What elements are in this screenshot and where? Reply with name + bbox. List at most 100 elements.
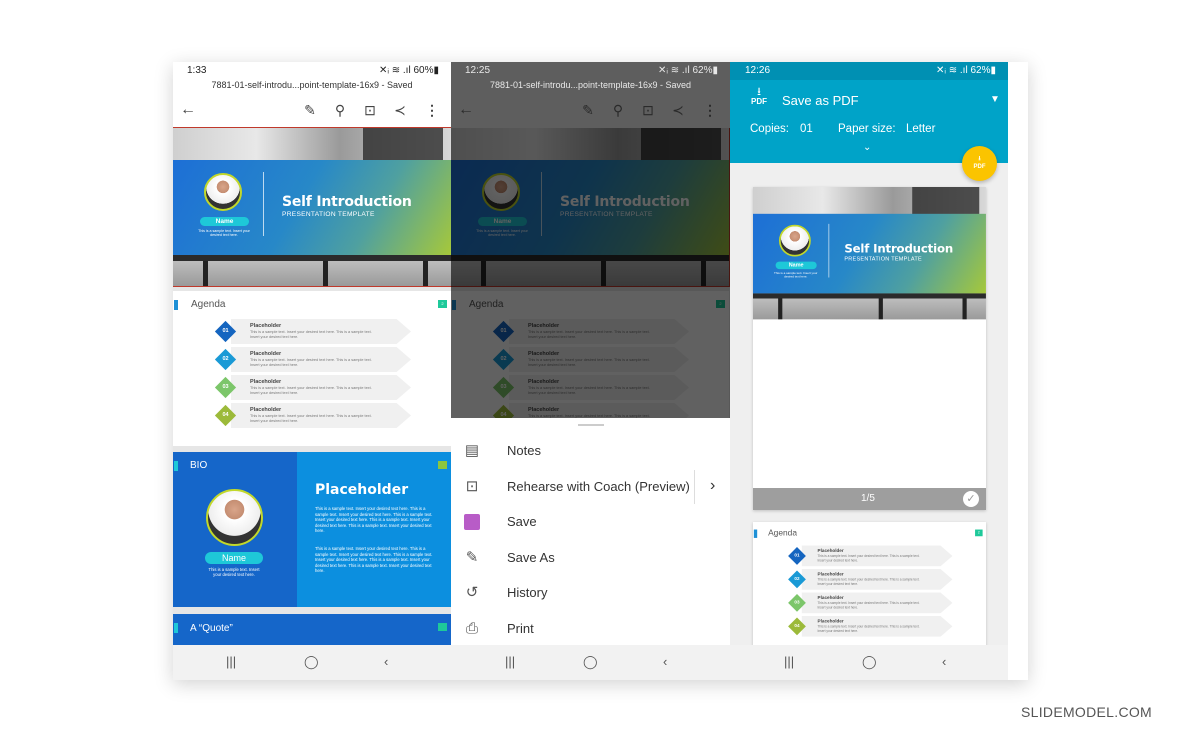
item-text: This is a sample text. Insert your desir… [817,578,920,586]
title-marker [174,300,178,310]
printer-dropdown-icon[interactable]: ▼ [990,94,1000,105]
title-slide: NameThis is a sample text. Insert your d… [173,128,451,286]
menu-item-history[interactable]: ↺ History [451,576,730,610]
agenda-slide: Agenda201PlaceholderThis is a sample tex… [173,291,451,446]
item-number: 04 [222,412,229,418]
slide-thumbnail-3[interactable]: BIO Name This is a sample text. Insert you… [173,452,451,607]
item-text: This is a sample text. Insert your desir… [817,601,920,609]
more-options-icon[interactable]: ⋮ [701,101,719,119]
status-time: 12:25 [465,65,491,76]
caption: This is a sample text. Insert your desir… [208,567,260,577]
bio-paragraph: This is a sample text. Insert your desir… [315,546,433,573]
avatar-photo [778,224,811,257]
item-number: 03 [222,384,229,390]
recent-apps-icon[interactable]: ||| [226,654,236,669]
battery-level: 62% [970,65,991,76]
item-number: 02 [794,576,800,582]
page-preview-1[interactable]: Name This is a sample text. Insert your d… [753,187,986,510]
slide-subtitle: PRESENTATION TEMPLATE [844,256,922,263]
home-icon[interactable]: ◯ [862,654,877,670]
page-preview-2[interactable]: Agenda 2 01 Placeholder This is a sample tex… [753,522,986,652]
item-title: Placeholder [250,407,282,413]
agenda-title: Agenda [191,299,226,310]
submenu-divider [694,469,695,504]
expand-options-icon[interactable]: ⌄ [863,142,871,153]
save-as-icon: ✎ [465,548,479,566]
menu-item-save-as[interactable]: ✎ Save As [451,541,730,575]
page-footer: 1/5 ✓ [753,488,986,510]
page-selected-checkbox[interactable]: ✓ [963,491,979,507]
share-icon[interactable]: ≺ [391,101,409,119]
recent-apps-icon[interactable]: ||| [505,654,515,669]
sheet-drag-handle[interactable] [578,424,604,426]
menu-item-notes[interactable]: ▤ Notes [451,434,730,468]
back-icon[interactable]: ‹ [663,654,667,669]
phone-screen-editor: 1:33 ✕ᵢ ≋ .ıl 60%▮ 7881-01-self-introdu.… [173,62,451,680]
agenda-slide: Agenda201PlaceholderThis is a sample tex… [753,522,986,652]
back-icon[interactable]: ‹ [384,654,388,669]
number-diamond: 03 [788,593,806,612]
slide-thumbnail-2[interactable]: Agenda201PlaceholderThis is a sample tex… [173,291,451,446]
bio-heading: Placeholder [315,482,409,498]
slide-thumbnail-1[interactable]: Name This is a sample text. Insert your d… [173,127,451,287]
divider-line [828,223,830,278]
paper-size-value[interactable]: Letter [906,123,935,135]
share-icon[interactable]: ≺ [669,101,687,119]
item-text: This is a sample text. Insert your desir… [817,625,920,633]
status-icons: ✕ᵢ ≋ .ıl 62%▮ [658,65,718,76]
slide-title: Self Introduction [844,242,954,256]
number-diamond: 03 [214,376,237,399]
menu-item-label: Save As [507,549,555,565]
back-icon[interactable]: ‹ [942,654,946,669]
agenda-item: 02 PlaceholderThis is a sample text. Inse… [173,347,451,372]
status-bar: 12:26 ✕ᵢ ≋ .ıl 62%▮ [730,62,1008,80]
back-arrow-icon[interactable]: ← [179,101,197,119]
item-title: Placeholder [817,548,844,554]
item-title: Placeholder [817,595,844,601]
item-number: 04 [794,623,800,629]
item-title: Placeholder [250,351,282,357]
name-pill: Name [205,552,263,564]
desk-leg [878,298,883,320]
title-marker [174,623,178,633]
title-marker [753,529,758,538]
title-slide: NameThis is a sample text. Insert your d… [753,187,986,320]
home-icon[interactable]: ◯ [304,654,319,670]
number-diamond: 02 [214,348,237,371]
menu-item-label: History [507,585,548,600]
search-icon[interactable]: ⚲ [609,101,627,119]
slide-number-badge: 2 [975,529,983,537]
slide-thumbnail-4[interactable]: A “Quote” [173,614,451,645]
menu-item-save[interactable]: Save [451,505,730,539]
present-icon[interactable]: ⊡ [639,101,657,119]
printer-select[interactable]: Save as PDF [782,93,859,108]
status-bar: 1:33 ✕ᵢ ≋ .ıl 60%▮ [173,62,451,78]
chevron-right-icon[interactable]: › [710,477,715,495]
print-header: 12:26 ✕ᵢ ≋ .ıl 62%▮ ⭳ PDF Save as PDF ▼ C… [730,62,1008,163]
avatar-photo [204,173,242,211]
toolbar: ← ✎ ⚲ ⊡ ≺ ⋮ [451,93,730,127]
download-pdf-button[interactable]: ⭳ PDF [962,146,997,181]
more-options-icon[interactable]: ⋮ [423,101,441,119]
menu-item-print[interactable]: ⎙ Print [451,612,730,646]
desk-leg [423,261,428,286]
pencil-icon[interactable]: ✎ [301,101,319,119]
app-header: 1:33 ✕ᵢ ≋ .ıl 60%▮ 7881-01-self-introdu.… [173,62,451,128]
slide-number-badge [438,461,447,469]
menu-item-label: Save [507,514,537,529]
status-time: 1:33 [187,65,207,76]
present-icon[interactable]: ⊡ [361,101,379,119]
copies-value[interactable]: 01 [800,123,813,135]
recent-apps-icon[interactable]: ||| [784,654,794,669]
dim-overlay[interactable] [451,128,730,418]
back-arrow-icon[interactable]: ← [457,101,475,119]
copies-label: Copies: [750,123,789,135]
item-text: This is a sample text. Insert your desir… [250,414,372,423]
menu-item-rehearse-with-coach-preview[interactable]: ⊡ Rehearse with Coach (Preview) › [451,469,730,504]
search-icon[interactable]: ⚲ [331,101,349,119]
bio-title: BIO [190,460,208,471]
pencil-icon[interactable]: ✎ [579,101,597,119]
status-time: 12:26 [745,65,771,76]
home-icon[interactable]: ◯ [583,654,598,670]
android-nav-bar: ||| ◯ ‹ [730,645,1008,680]
